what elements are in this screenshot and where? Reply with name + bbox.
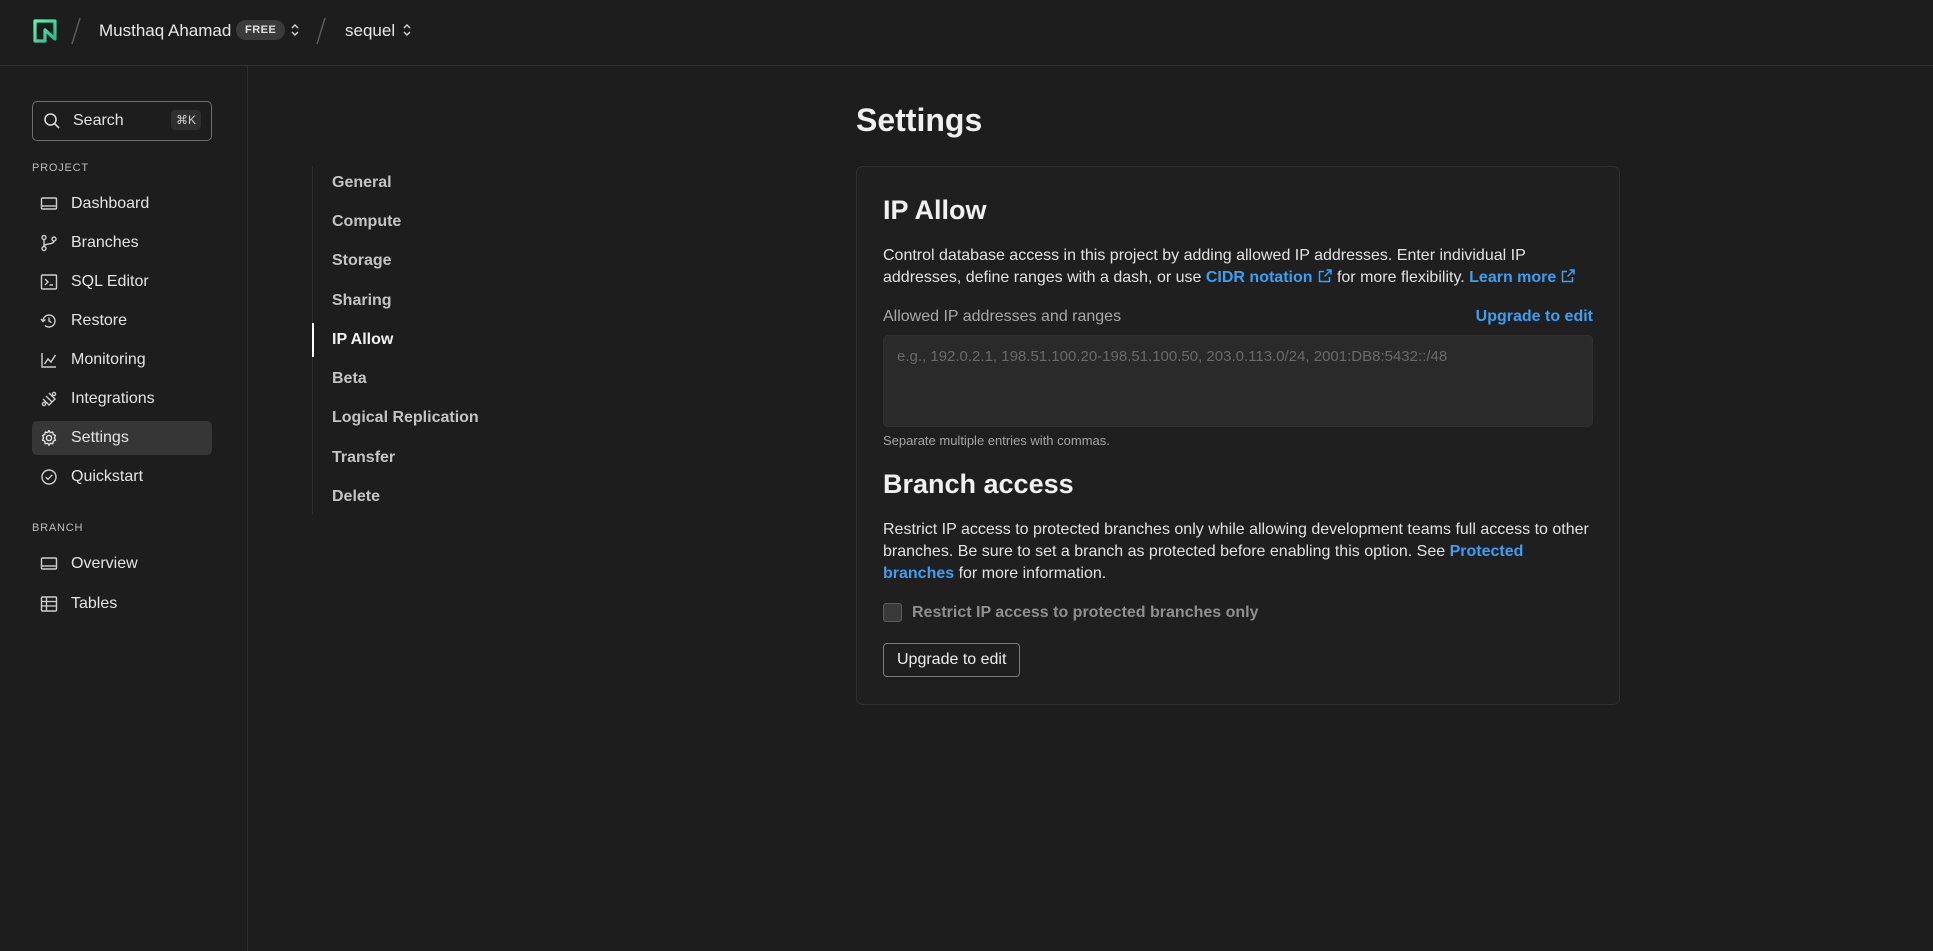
branch-access-description: Restrict IP access to protected branches… <box>883 519 1595 585</box>
project-name[interactable]: sequel <box>345 21 395 41</box>
sidebar-item-label: Restore <box>71 312 128 329</box>
ip-allow-card: IP Allow Control database access in this… <box>856 166 1620 705</box>
chart-line-icon <box>40 351 58 369</box>
breadcrumb-separator-icon <box>70 16 82 46</box>
sql-editor-icon <box>40 273 58 291</box>
sidebar-item-label: Tables <box>71 595 118 612</box>
table-icon <box>40 595 58 613</box>
sidebar-item-label: Branches <box>71 234 139 251</box>
external-link-icon <box>1318 269 1332 283</box>
monitor-icon <box>40 195 58 213</box>
allowed-ips-label: Allowed IP addresses and ranges <box>883 308 1122 325</box>
settings-subnav: General Compute Storage Sharing IP Allow… <box>312 166 512 515</box>
search-shortcut: ⌘K <box>170 110 201 130</box>
search-label: Search <box>73 112 124 129</box>
sidebar-item-label: SQL Editor <box>71 273 149 290</box>
external-link-icon <box>1562 269 1576 283</box>
upgrade-to-edit-button[interactable]: Upgrade to edit <box>883 643 1021 677</box>
search-input[interactable]: Search ⌘K <box>32 101 212 141</box>
project-section-label: PROJECT <box>32 162 89 174</box>
branch-access-desc-text-2: for more information. <box>954 565 1107 582</box>
sidebar-item-label: Settings <box>71 429 129 446</box>
restrict-ip-checkbox-label: Restrict IP access to protected branches… <box>912 603 1259 621</box>
sidebar-item-branches[interactable]: Branches <box>32 226 212 260</box>
sidebar-item-overview[interactable]: Overview <box>32 547 212 581</box>
learn-more-label: Learn more <box>1469 269 1557 286</box>
integrations-icon <box>40 390 58 408</box>
sidebar-item-monitoring[interactable]: Monitoring <box>32 343 212 377</box>
ip-allow-description: Control database access in this project … <box>883 245 1595 289</box>
allowed-ips-help-text: Separate multiple entries with commas. <box>883 433 1110 448</box>
org-switcher-chevron-icon[interactable] <box>289 21 301 39</box>
search-icon <box>43 112 61 130</box>
sidebar-item-quickstart[interactable]: Quickstart <box>32 460 212 494</box>
subnav-item-compute[interactable]: Compute <box>313 205 513 239</box>
subnav-item-ip-allow[interactable]: IP Allow <box>312 323 512 357</box>
sidebar-item-restore[interactable]: Restore <box>32 304 212 338</box>
branch-access-heading: Branch access <box>883 469 1074 499</box>
project-switcher-chevron-icon[interactable] <box>401 21 413 39</box>
subnav-item-beta[interactable]: Beta <box>313 362 513 396</box>
sidebar-item-integrations[interactable]: Integrations <box>32 382 212 416</box>
monitor-icon <box>40 555 58 573</box>
history-icon <box>40 312 58 330</box>
sidebar-item-label: Integrations <box>71 390 155 407</box>
cidr-link-label: CIDR notation <box>1205 269 1313 286</box>
check-circle-icon <box>40 468 58 486</box>
top-bar: Musthaq Ahamad FREE sequel <box>0 0 1933 66</box>
subnav-item-storage[interactable]: Storage <box>313 244 513 278</box>
sidebar-item-label: Dashboard <box>71 195 150 212</box>
subnav-item-sharing[interactable]: Sharing <box>313 284 513 318</box>
neon-logo-icon[interactable] <box>32 18 58 44</box>
plan-badge: FREE <box>236 20 286 40</box>
sidebar-item-tables[interactable]: Tables <box>32 587 212 621</box>
sidebar-item-sql-editor[interactable]: SQL Editor <box>32 265 212 299</box>
sidebar-item-settings[interactable]: Settings <box>32 421 212 455</box>
sidebar-item-dashboard[interactable]: Dashboard <box>32 187 212 221</box>
sidebar: Search ⌘K PROJECT Dashboard Branches SQL… <box>0 66 248 951</box>
subnav-item-delete[interactable]: Delete <box>313 480 513 514</box>
git-branch-icon <box>40 234 58 252</box>
page-title: Settings <box>856 102 983 138</box>
subnav-item-logical-replication[interactable]: Logical Replication <box>313 401 513 435</box>
restrict-ip-checkbox[interactable] <box>883 603 902 622</box>
ip-allow-heading: IP Allow <box>883 195 987 225</box>
learn-more-link[interactable]: Learn more <box>1469 269 1576 286</box>
restrict-ip-checkbox-row: Restrict IP access to protected branches… <box>883 603 1259 622</box>
breadcrumb-separator-icon <box>315 16 327 46</box>
allowed-ips-textarea[interactable] <box>883 335 1593 427</box>
branch-section-label: BRANCH <box>32 522 84 534</box>
subnav-item-transfer[interactable]: Transfer <box>313 441 513 475</box>
gear-icon <box>40 429 58 447</box>
upgrade-to-edit-link[interactable]: Upgrade to edit <box>1476 308 1593 326</box>
sidebar-item-label: Overview <box>71 555 138 572</box>
cidr-notation-link[interactable]: CIDR notation <box>1206 269 1333 286</box>
org-name[interactable]: Musthaq Ahamad <box>99 21 231 41</box>
sidebar-item-label: Monitoring <box>71 351 146 368</box>
subnav-item-general[interactable]: General <box>313 166 513 200</box>
sidebar-item-label: Quickstart <box>71 468 144 485</box>
ip-allow-desc-text-2: for more flexibility. <box>1332 269 1470 286</box>
